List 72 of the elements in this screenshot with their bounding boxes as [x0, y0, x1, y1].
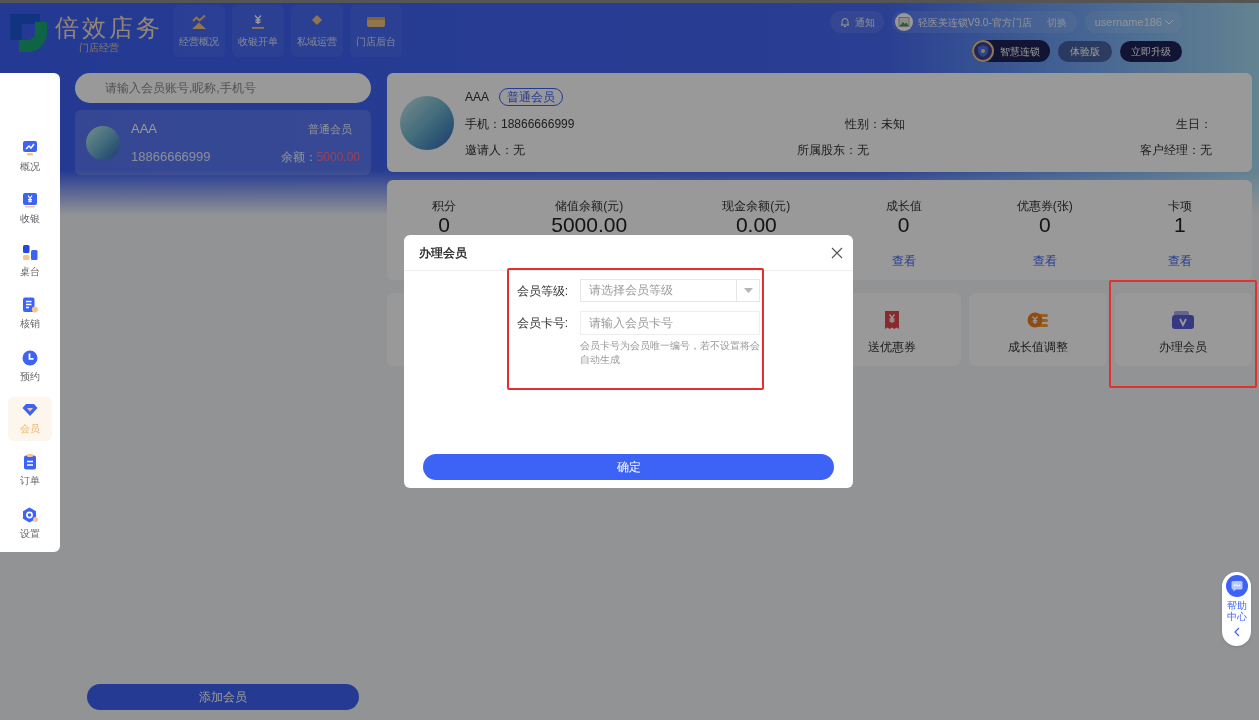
tiles-icon [22, 244, 38, 261]
caret-icon [743, 288, 753, 293]
member-name: AAA [131, 120, 157, 137]
stat-value: 0 [897, 216, 910, 234]
card-icon [367, 14, 385, 30]
member-detail: 邀请人：无 [465, 141, 525, 158]
sidebar-item[interactable]: 预约 [8, 344, 52, 389]
image-icon [894, 13, 913, 31]
clipboard-icon [22, 454, 38, 471]
sidebar-item[interactable]: 设置 [8, 501, 52, 546]
member-detail: 性别：未知 [845, 115, 906, 132]
stat-label: 成长值 [885, 198, 922, 214]
sidebar-item[interactable]: 订单 [8, 449, 52, 494]
member-detail: 客户经理：无 [1140, 141, 1212, 158]
stat-value: 1 [1174, 216, 1186, 234]
clock-icon [22, 349, 38, 366]
chat-icon[interactable] [1225, 575, 1248, 597]
field-hint: 会员卡号为会员唯一编号，若不设置将会自动生成 [580, 339, 761, 367]
view-link[interactable]: 查看 [1167, 253, 1192, 269]
smart-chain-button[interactable]: 智慧连锁 [972, 40, 1050, 62]
stat-label: 现金余额(元) [722, 198, 791, 214]
chart-icon [22, 140, 38, 156]
member-detail: 生日： [1176, 115, 1212, 132]
modal-title: 办理会员 [419, 244, 467, 262]
chart-icon [191, 14, 207, 30]
sidebar-item[interactable]: 桌台 [8, 239, 52, 284]
view-link[interactable]: 查看 [1032, 253, 1057, 269]
logo-tagline: 门店经营 [78, 42, 120, 54]
stat-label: 卡项 [1167, 198, 1192, 214]
help-label[interactable]: 帮助中心 [1226, 600, 1247, 622]
coin-icon [1026, 310, 1049, 330]
form-label: 会员卡号: [516, 315, 568, 331]
close-icon[interactable] [831, 246, 843, 259]
logo-title: 倍效店务 [55, 14, 163, 42]
yen-icon [22, 192, 38, 209]
member-level-label: 普通会员 [308, 121, 352, 137]
document-icon [22, 297, 38, 314]
stat-label: 储值余额(元) [555, 198, 624, 214]
balance-label: 余额： [280, 148, 317, 165]
sidebar-item[interactable]: 概况 [8, 135, 52, 179]
member-detail: 所属股东：无 [796, 141, 869, 158]
member-phone: 18866666999 [131, 148, 211, 165]
member-card-icon [1172, 310, 1195, 330]
member-name: AAA [465, 88, 489, 105]
chevron-left-icon[interactable] [1233, 627, 1240, 637]
stat-value: 0 [438, 216, 450, 234]
shield-badge-icon [972, 40, 994, 62]
balance-amount: 5000.00 [316, 148, 360, 165]
stat-value: 0.00 [735, 216, 777, 234]
card-number-field[interactable]: 请输入会员卡号 [580, 311, 760, 335]
sidebar-item[interactable]: 核销 [8, 292, 52, 337]
form-label: 会员等级: [516, 282, 568, 299]
diamond-icon [22, 401, 38, 418]
level-select[interactable]: 请选择会员等级 [580, 279, 760, 302]
member-detail: 手机：18866666999 [465, 115, 575, 132]
confirm-button[interactable]: 确定 [423, 454, 834, 480]
action-card[interactable]: 成长值调整 [969, 293, 1107, 366]
stat-label: 优惠券(张) [1016, 198, 1073, 214]
stat-value: 0 [1038, 216, 1051, 234]
yen-icon [250, 14, 266, 30]
search-field[interactable]: 请输入会员账号,昵称,手机号 [75, 73, 371, 103]
chevron-down-icon [1164, 19, 1174, 25]
add-member-button[interactable]: 添加会员 [87, 684, 359, 710]
action-card[interactable]: 办理会员 [1114, 293, 1252, 366]
sidebar-item[interactable]: 收银 [8, 187, 52, 232]
settings-icon [22, 506, 38, 523]
avatar [400, 95, 454, 150]
bell-icon [838, 16, 851, 28]
view-link[interactable]: 查看 [891, 253, 916, 269]
stat-label: 积分 [432, 198, 456, 214]
stat-value: 5000.00 [551, 216, 628, 234]
logo-icon [10, 14, 48, 52]
